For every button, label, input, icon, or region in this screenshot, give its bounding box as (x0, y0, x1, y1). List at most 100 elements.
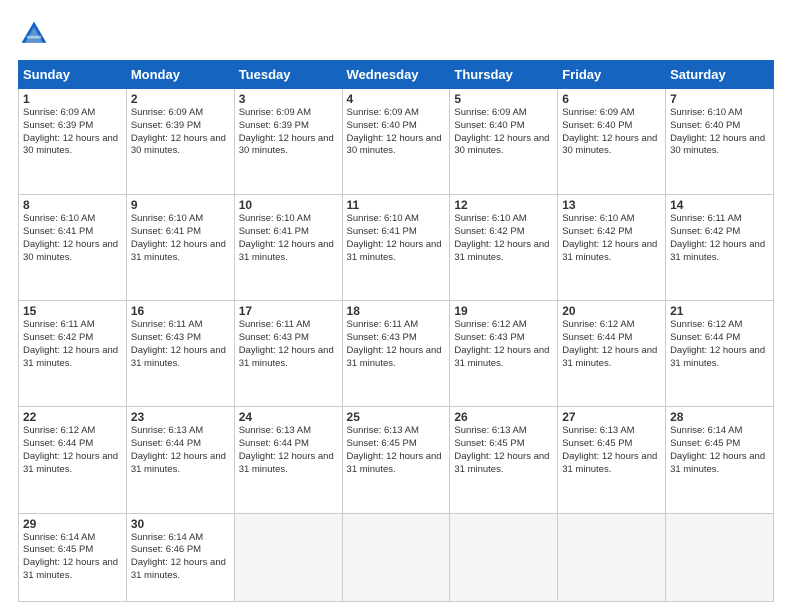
day-number: 17 (239, 304, 338, 318)
day-number: 13 (562, 198, 661, 212)
day-number: 1 (23, 92, 122, 106)
calendar-day-cell: 21 Sunrise: 6:12 AM Sunset: 6:44 PM Dayl… (666, 301, 774, 407)
calendar-day-cell: 20 Sunrise: 6:12 AM Sunset: 6:44 PM Dayl… (558, 301, 666, 407)
calendar-day-cell: 29 Sunrise: 6:14 AM Sunset: 6:45 PM Dayl… (19, 513, 127, 601)
day-number: 15 (23, 304, 122, 318)
calendar-day-cell (558, 513, 666, 601)
logo (18, 18, 54, 50)
day-number: 8 (23, 198, 122, 212)
weekday-header-cell: Wednesday (342, 61, 450, 89)
day-info: Sunrise: 6:09 AM Sunset: 6:39 PM Dayligh… (239, 107, 338, 158)
calendar-day-cell: 28 Sunrise: 6:14 AM Sunset: 6:45 PM Dayl… (666, 407, 774, 513)
day-info: Sunrise: 6:14 AM Sunset: 6:46 PM Dayligh… (131, 532, 230, 583)
calendar-day-cell: 16 Sunrise: 6:11 AM Sunset: 6:43 PM Dayl… (126, 301, 234, 407)
day-number: 10 (239, 198, 338, 212)
day-info: Sunrise: 6:09 AM Sunset: 6:40 PM Dayligh… (347, 107, 446, 158)
day-info: Sunrise: 6:09 AM Sunset: 6:40 PM Dayligh… (562, 107, 661, 158)
calendar-week-row: 8 Sunrise: 6:10 AM Sunset: 6:41 PM Dayli… (19, 195, 774, 301)
calendar-day-cell: 22 Sunrise: 6:12 AM Sunset: 6:44 PM Dayl… (19, 407, 127, 513)
day-number: 19 (454, 304, 553, 318)
day-info: Sunrise: 6:11 AM Sunset: 6:43 PM Dayligh… (131, 319, 230, 370)
calendar-day-cell: 1 Sunrise: 6:09 AM Sunset: 6:39 PM Dayli… (19, 89, 127, 195)
day-number: 27 (562, 410, 661, 424)
calendar-week-row: 1 Sunrise: 6:09 AM Sunset: 6:39 PM Dayli… (19, 89, 774, 195)
calendar-day-cell: 24 Sunrise: 6:13 AM Sunset: 6:44 PM Dayl… (234, 407, 342, 513)
weekday-header-cell: Sunday (19, 61, 127, 89)
weekday-header-cell: Tuesday (234, 61, 342, 89)
day-number: 7 (670, 92, 769, 106)
day-number: 9 (131, 198, 230, 212)
calendar-day-cell: 27 Sunrise: 6:13 AM Sunset: 6:45 PM Dayl… (558, 407, 666, 513)
page: SundayMondayTuesdayWednesdayThursdayFrid… (0, 0, 792, 612)
day-info: Sunrise: 6:13 AM Sunset: 6:45 PM Dayligh… (454, 425, 553, 476)
day-info: Sunrise: 6:11 AM Sunset: 6:43 PM Dayligh… (347, 319, 446, 370)
day-info: Sunrise: 6:09 AM Sunset: 6:39 PM Dayligh… (23, 107, 122, 158)
day-info: Sunrise: 6:12 AM Sunset: 6:44 PM Dayligh… (670, 319, 769, 370)
calendar-day-cell (342, 513, 450, 601)
calendar-day-cell: 2 Sunrise: 6:09 AM Sunset: 6:39 PM Dayli… (126, 89, 234, 195)
day-info: Sunrise: 6:13 AM Sunset: 6:45 PM Dayligh… (562, 425, 661, 476)
header (18, 18, 774, 50)
day-number: 12 (454, 198, 553, 212)
day-info: Sunrise: 6:13 AM Sunset: 6:44 PM Dayligh… (239, 425, 338, 476)
day-number: 23 (131, 410, 230, 424)
calendar-day-cell (666, 513, 774, 601)
calendar-day-cell: 4 Sunrise: 6:09 AM Sunset: 6:40 PM Dayli… (342, 89, 450, 195)
day-info: Sunrise: 6:09 AM Sunset: 6:39 PM Dayligh… (131, 107, 230, 158)
calendar-day-cell: 11 Sunrise: 6:10 AM Sunset: 6:41 PM Dayl… (342, 195, 450, 301)
day-number: 22 (23, 410, 122, 424)
day-info: Sunrise: 6:10 AM Sunset: 6:42 PM Dayligh… (454, 213, 553, 264)
day-number: 11 (347, 198, 446, 212)
day-number: 28 (670, 410, 769, 424)
weekday-header-cell: Monday (126, 61, 234, 89)
day-info: Sunrise: 6:13 AM Sunset: 6:45 PM Dayligh… (347, 425, 446, 476)
day-number: 3 (239, 92, 338, 106)
calendar-day-cell: 23 Sunrise: 6:13 AM Sunset: 6:44 PM Dayl… (126, 407, 234, 513)
calendar-day-cell: 17 Sunrise: 6:11 AM Sunset: 6:43 PM Dayl… (234, 301, 342, 407)
calendar-day-cell: 14 Sunrise: 6:11 AM Sunset: 6:42 PM Dayl… (666, 195, 774, 301)
day-info: Sunrise: 6:13 AM Sunset: 6:44 PM Dayligh… (131, 425, 230, 476)
calendar-day-cell: 8 Sunrise: 6:10 AM Sunset: 6:41 PM Dayli… (19, 195, 127, 301)
calendar-week-row: 29 Sunrise: 6:14 AM Sunset: 6:45 PM Dayl… (19, 513, 774, 601)
day-info: Sunrise: 6:12 AM Sunset: 6:44 PM Dayligh… (562, 319, 661, 370)
calendar-day-cell: 19 Sunrise: 6:12 AM Sunset: 6:43 PM Dayl… (450, 301, 558, 407)
day-info: Sunrise: 6:11 AM Sunset: 6:43 PM Dayligh… (239, 319, 338, 370)
day-number: 6 (562, 92, 661, 106)
calendar-week-row: 15 Sunrise: 6:11 AM Sunset: 6:42 PM Dayl… (19, 301, 774, 407)
calendar-day-cell: 7 Sunrise: 6:10 AM Sunset: 6:40 PM Dayli… (666, 89, 774, 195)
day-info: Sunrise: 6:11 AM Sunset: 6:42 PM Dayligh… (23, 319, 122, 370)
day-number: 30 (131, 517, 230, 531)
logo-icon (18, 18, 50, 50)
day-info: Sunrise: 6:10 AM Sunset: 6:40 PM Dayligh… (670, 107, 769, 158)
day-info: Sunrise: 6:10 AM Sunset: 6:42 PM Dayligh… (562, 213, 661, 264)
day-number: 20 (562, 304, 661, 318)
day-info: Sunrise: 6:10 AM Sunset: 6:41 PM Dayligh… (23, 213, 122, 264)
calendar-day-cell: 26 Sunrise: 6:13 AM Sunset: 6:45 PM Dayl… (450, 407, 558, 513)
day-info: Sunrise: 6:14 AM Sunset: 6:45 PM Dayligh… (23, 532, 122, 583)
day-number: 5 (454, 92, 553, 106)
day-info: Sunrise: 6:10 AM Sunset: 6:41 PM Dayligh… (131, 213, 230, 264)
day-number: 29 (23, 517, 122, 531)
day-info: Sunrise: 6:14 AM Sunset: 6:45 PM Dayligh… (670, 425, 769, 476)
day-number: 25 (347, 410, 446, 424)
weekday-header-row: SundayMondayTuesdayWednesdayThursdayFrid… (19, 61, 774, 89)
day-info: Sunrise: 6:12 AM Sunset: 6:43 PM Dayligh… (454, 319, 553, 370)
day-info: Sunrise: 6:12 AM Sunset: 6:44 PM Dayligh… (23, 425, 122, 476)
calendar-day-cell: 30 Sunrise: 6:14 AM Sunset: 6:46 PM Dayl… (126, 513, 234, 601)
calendar-day-cell: 10 Sunrise: 6:10 AM Sunset: 6:41 PM Dayl… (234, 195, 342, 301)
day-number: 14 (670, 198, 769, 212)
day-info: Sunrise: 6:10 AM Sunset: 6:41 PM Dayligh… (239, 213, 338, 264)
day-number: 16 (131, 304, 230, 318)
weekday-header-cell: Thursday (450, 61, 558, 89)
calendar-day-cell: 13 Sunrise: 6:10 AM Sunset: 6:42 PM Dayl… (558, 195, 666, 301)
weekday-header-cell: Saturday (666, 61, 774, 89)
calendar-day-cell: 3 Sunrise: 6:09 AM Sunset: 6:39 PM Dayli… (234, 89, 342, 195)
calendar-day-cell (234, 513, 342, 601)
calendar-day-cell: 12 Sunrise: 6:10 AM Sunset: 6:42 PM Dayl… (450, 195, 558, 301)
day-number: 18 (347, 304, 446, 318)
calendar-day-cell: 25 Sunrise: 6:13 AM Sunset: 6:45 PM Dayl… (342, 407, 450, 513)
calendar-day-cell (450, 513, 558, 601)
day-info: Sunrise: 6:10 AM Sunset: 6:41 PM Dayligh… (347, 213, 446, 264)
calendar-day-cell: 5 Sunrise: 6:09 AM Sunset: 6:40 PM Dayli… (450, 89, 558, 195)
weekday-header-cell: Friday (558, 61, 666, 89)
